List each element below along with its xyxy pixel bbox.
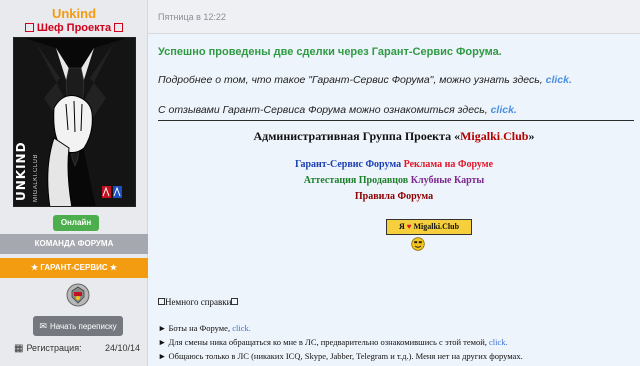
info-text: Подробнее о том, что такое "Гарант-Серви…	[158, 74, 543, 86]
registration-row: ▦ Регистрация: 24/10/14	[14, 340, 142, 356]
bullet-nick-change: ► Для смены ника обращаться ко мне в ЛС,…	[158, 337, 508, 347]
bullet-nick-link[interactable]: click.	[489, 337, 508, 347]
bullet-contact-text: ► Общаюсь только в ЛС (никаких ICQ, Skyp…	[158, 351, 523, 361]
online-status-badge: Онлайн	[53, 215, 99, 231]
signature-links-row-3: Правила Форума	[148, 191, 640, 202]
signature-title-prefix: Административная Группа Проекта «	[253, 129, 461, 143]
garant-badge-icon	[66, 283, 90, 307]
banner-site: Migalki.Club	[413, 222, 460, 231]
reviews-click-link[interactable]: click.	[491, 104, 517, 116]
signature-title-suffix: »	[528, 129, 535, 143]
heart-icon: ♥	[406, 222, 412, 231]
signature-divider	[158, 120, 634, 121]
start-conversation-button[interactable]: ✉ Начать переписку	[33, 316, 123, 336]
bullet-bots-text: ► Боты на Форуме,	[158, 323, 233, 333]
profile-sidebar: Unkind Шеф Проекта UNKIND MIGALKI.CLUB О…	[0, 0, 148, 366]
signature-title: Административная Группа Проекта «Migalki…	[148, 129, 640, 144]
bullet-contact: ► Общаюсь только в ЛС (никаких ICQ, Skyp…	[158, 351, 523, 361]
site-name-b: Club	[503, 129, 529, 143]
avatar[interactable]: UNKIND MIGALKI.CLUB	[13, 37, 136, 207]
signature-links-row-1: Гарант-Сервис Форума Реклама на Форуме	[148, 159, 640, 170]
help-left-icon	[158, 298, 165, 305]
smiley-icon	[411, 237, 425, 251]
help-title-text: Немного справки	[165, 297, 232, 307]
post-date[interactable]: Пятница в 12:22	[158, 12, 226, 22]
registration-date: 24/10/14	[104, 343, 140, 353]
bullet-bots: ► Боты на Форуме, click.	[158, 323, 251, 333]
garant-service-link[interactable]: Гарант-Сервис Форума	[295, 159, 401, 170]
avatar-subtitle: MIGALKI.CLUB	[33, 154, 39, 203]
reviews-text: С отзывами Гарант-Сервиса Форума можно о…	[158, 104, 488, 116]
start-conversation-label: Начать переписку	[49, 322, 117, 331]
garant-service-label: ★ ГАРАНТ-СЕРВИС ★	[0, 258, 148, 278]
post-header: Пятница в 12:22	[148, 0, 640, 34]
signature-links-row-2: Аттестация Продавцов Клубные Карты	[148, 175, 640, 186]
help-heading: Немного справки	[158, 297, 239, 307]
bullet-bots-link[interactable]: click.	[232, 323, 251, 333]
club-cards-link[interactable]: Клубные Карты	[411, 175, 485, 186]
success-message: Успешно проведены две сделки через Гаран…	[158, 46, 502, 58]
forum-rules-link[interactable]: Правила Форума	[355, 191, 433, 202]
user-rank: Шеф Проекта	[0, 22, 148, 34]
reviews-line: С отзывами Гарант-Сервиса Форума можно о…	[158, 104, 517, 116]
calendar-icon: ▦	[14, 343, 24, 354]
info-line: Подробнее о том, что такое "Гарант-Серви…	[158, 74, 572, 86]
user-group-label: КОМАНДА ФОРУМА	[0, 234, 148, 254]
rank-label: Шеф Проекта	[36, 22, 112, 34]
post-body: Успешно проведены две сделки через Гаран…	[148, 34, 640, 366]
migalki-club-banner[interactable]: Я ♥ Migalki.Club	[386, 219, 472, 235]
banner-prefix: Я	[398, 222, 405, 231]
avatar-name: UNKIND	[14, 141, 28, 201]
info-click-link[interactable]: click.	[546, 74, 572, 86]
seller-attestation-link[interactable]: Аттестация Продавцов	[304, 175, 408, 186]
advertising-link[interactable]: Реклама на Форуме	[404, 159, 493, 170]
site-name-a: Migalki	[460, 129, 501, 143]
rank-left-icon	[24, 23, 34, 32]
registration-label: Регистрация:	[26, 343, 82, 353]
envelope-icon: ✉	[39, 321, 47, 331]
bullet-nick-text: ► Для смены ника обращаться ко мне в ЛС,…	[158, 337, 490, 347]
rank-right-icon	[114, 23, 124, 32]
help-right-icon	[231, 298, 239, 305]
username[interactable]: Unkind	[0, 6, 148, 21]
